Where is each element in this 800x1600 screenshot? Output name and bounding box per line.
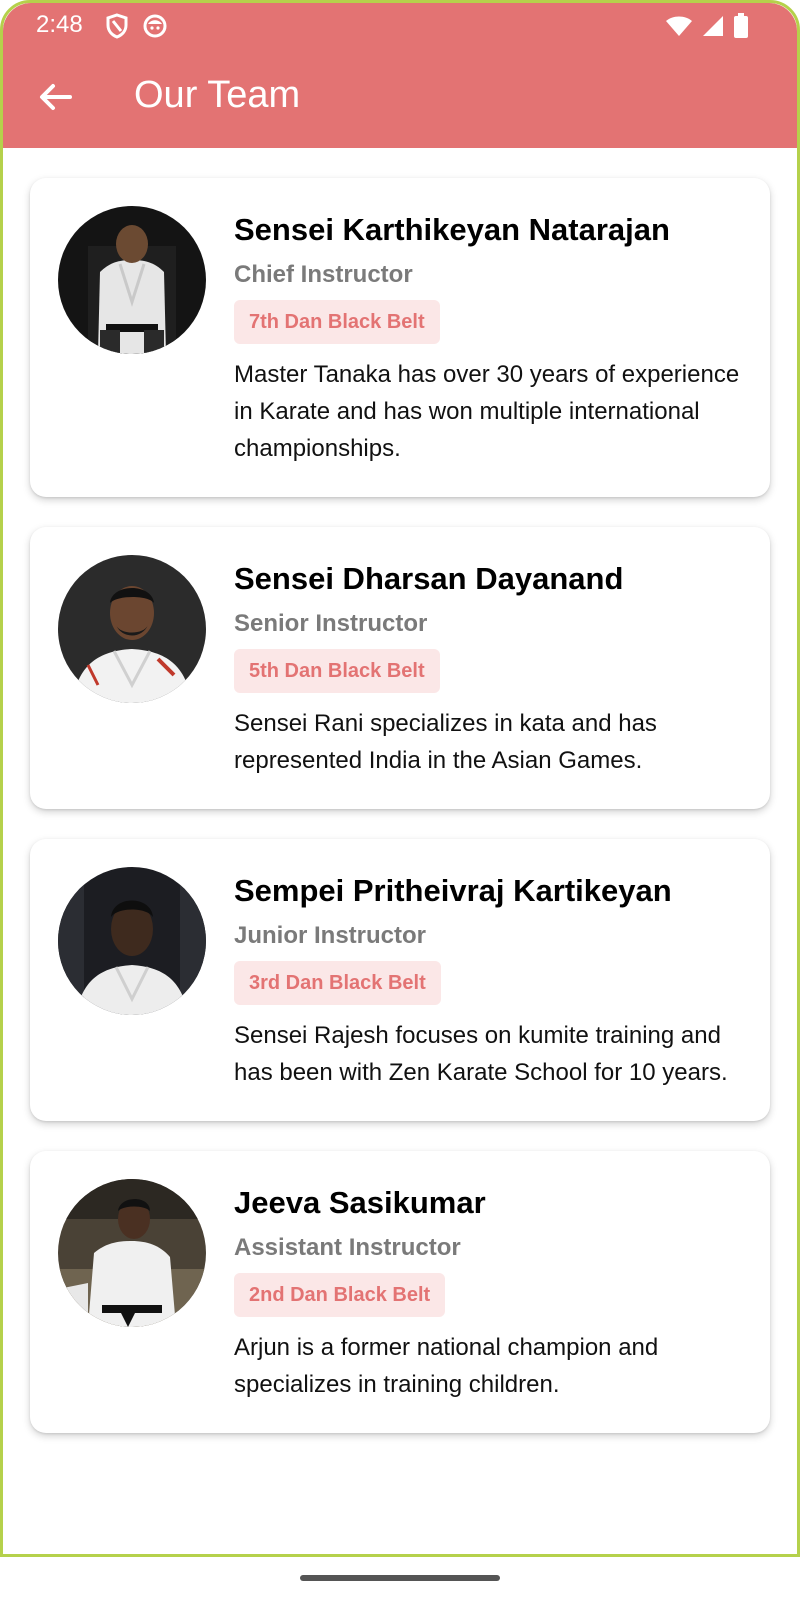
member-role: Assistant Instructor [234, 1234, 461, 1261]
avatar [58, 206, 206, 354]
team-member-card[interactable]: Sensei Dharsan Dayanand Senior Instructo… [30, 527, 770, 809]
back-button[interactable] [31, 75, 79, 123]
team-member-card[interactable]: Sensei Karthikeyan Natarajan Chief Instr… [30, 178, 770, 497]
page-title: Our Team [134, 74, 301, 116]
avatar [58, 555, 206, 703]
member-bio: Sensei Rajesh focuses on kumite training… [234, 1022, 728, 1086]
signal-icon [701, 14, 725, 38]
rank-badge: 5th Dan Black Belt [234, 649, 440, 693]
arrow-back-icon [38, 82, 72, 117]
shield-icon [106, 13, 128, 39]
avatar [58, 1179, 206, 1327]
app-screen: 2:48 Our Team Sensei Karthikeyan Nataraj… [0, 0, 800, 1600]
avatar [58, 867, 206, 1015]
rank-badge: 7th Dan Black Belt [234, 300, 440, 344]
status-bar: 2:48 [3, 3, 797, 47]
member-name: Jeeva Sasikumar [234, 1185, 486, 1220]
battery-icon [733, 13, 749, 39]
member-role: Chief Instructor [234, 261, 413, 288]
member-role: Junior Instructor [234, 922, 427, 949]
face-icon [142, 13, 168, 39]
member-name: Sensei Dharsan Dayanand [234, 561, 624, 596]
wifi-icon [665, 14, 693, 38]
member-name: Sempei Pritheivraj Kartikeyan [234, 873, 672, 908]
team-list[interactable]: Sensei Karthikeyan Natarajan Chief Instr… [30, 178, 770, 1433]
team-member-card[interactable]: Jeeva Sasikumar Assistant Instructor 2nd… [30, 1151, 770, 1433]
status-time: 2:48 [36, 11, 83, 38]
home-indicator[interactable] [300, 1575, 500, 1581]
member-bio: Sensei Rani specializes in kata and has … [234, 710, 657, 774]
member-bio: Arjun is a former national champion and … [234, 1334, 659, 1398]
member-bio: Master Tanaka has over 30 years of exper… [234, 361, 740, 462]
rank-badge: 3rd Dan Black Belt [234, 961, 441, 1005]
member-name: Sensei Karthikeyan Natarajan [234, 212, 670, 247]
team-member-card[interactable]: Sempei Pritheivraj Kartikeyan Junior Ins… [30, 839, 770, 1121]
rank-badge: 2nd Dan Black Belt [234, 1273, 446, 1317]
app-bar: 2:48 Our Team [3, 3, 797, 148]
member-role: Senior Instructor [234, 610, 428, 637]
